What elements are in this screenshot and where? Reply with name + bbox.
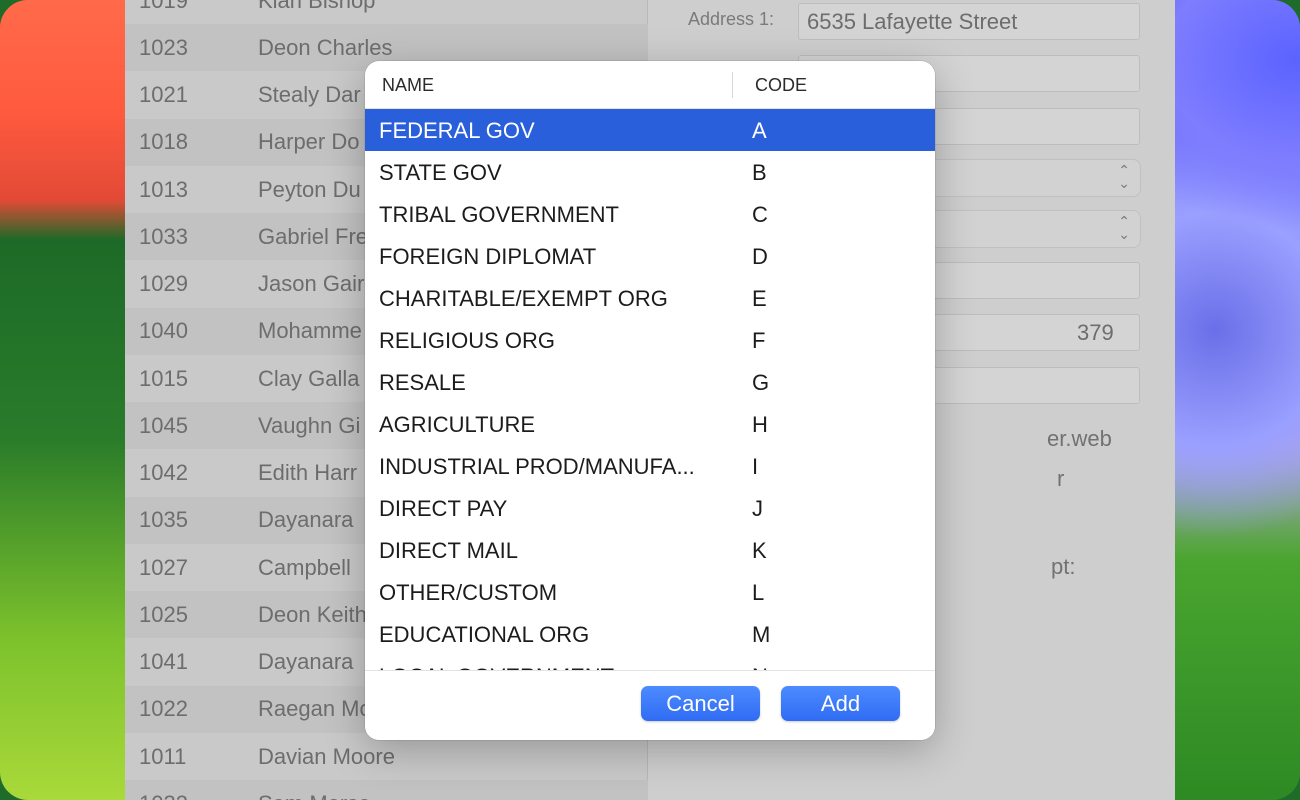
- exemption-name: CHARITABLE/EXEMPT ORG: [379, 286, 668, 311]
- customer-id: 1021: [139, 82, 188, 107]
- exemption-code: E: [752, 286, 767, 311]
- customer-id: 1032: [125, 791, 258, 800]
- customer-id: 1011: [139, 743, 187, 769]
- column-header-code[interactable]: CODE: [755, 75, 807, 96]
- customer-name: Mohamme: [258, 318, 362, 344]
- exemption-name: DIRECT PAY: [379, 496, 508, 521]
- customer-name: Edith Harr: [258, 460, 358, 485]
- customer-id: 1029: [139, 271, 188, 296]
- exemption-code: J: [752, 496, 763, 521]
- customer-id: 1040: [139, 318, 188, 344]
- exemption-code: K: [752, 538, 767, 563]
- chevron-up-down-icon: ⌃ ⌄: [1118, 213, 1130, 242]
- table-header: NAME CODE: [365, 61, 935, 109]
- customer-id: 1023: [139, 34, 188, 60]
- customer-name: Davian Moore: [258, 743, 395, 769]
- customer-id: 1022: [139, 696, 188, 722]
- dialog-footer: Cancel Add: [365, 670, 935, 740]
- exemption-name: AGRICULTURE: [379, 412, 536, 437]
- customer-name: Dayanara: [258, 649, 354, 674]
- cancel-button[interactable]: Cancel: [641, 686, 760, 721]
- exemption-name: RESALE: [379, 370, 466, 395]
- exemption-name: INDUSTRIAL PROD/MANUFA...: [379, 454, 695, 479]
- wallpaper-left: [0, 0, 125, 800]
- customer-name: Peyton Du: [258, 176, 361, 202]
- table-row[interactable]: RELIGIOUS ORG F: [365, 319, 935, 361]
- add-button[interactable]: Add: [781, 686, 900, 721]
- customer-name: Jason Gair: [258, 271, 365, 296]
- exemption-code: F: [752, 328, 766, 353]
- customer-id: 1018: [139, 129, 188, 155]
- exemption-code: H: [752, 412, 768, 437]
- exemption-code: M: [752, 622, 771, 647]
- customer-id: 1035: [139, 507, 188, 533]
- table-row[interactable]: FOREIGN DIPLOMAT D: [365, 235, 935, 277]
- table-row[interactable]: DIRECT PAY J: [365, 487, 935, 529]
- exemption-code: I: [752, 454, 759, 479]
- table-row[interactable]: CHARITABLE/EXEMPT ORG E: [365, 277, 935, 319]
- customer-name: Raegan Mc: [258, 696, 371, 722]
- exemption-name: EDUCATIONAL ORG: [379, 622, 590, 647]
- web-partial-text: er.web: [1047, 426, 1112, 451]
- exemption-code: D: [752, 244, 768, 269]
- table-row[interactable]: AGRICULTURE H: [365, 403, 935, 445]
- exemption-name: STATE GOV: [379, 160, 502, 185]
- table-row[interactable]: RESALE G: [365, 361, 935, 403]
- exemption-name: FOREIGN DIPLOMAT: [379, 244, 597, 269]
- phone-partial-text: 379: [1077, 320, 1114, 345]
- exemption-code-dialog: NAME CODE FEDERAL GOV A STATE GOV B TRIBAL G…: [365, 61, 935, 740]
- exemption-code: G: [752, 370, 770, 395]
- table-row[interactable]: INDUSTRIAL PROD/MANUFA... I: [365, 445, 935, 487]
- table-row[interactable]: DIRECT MAIL K: [365, 529, 935, 571]
- customer-id: 1041: [139, 649, 188, 674]
- customer-name: Stealy Dar: [258, 82, 361, 107]
- customer-name: Sam Morse: [258, 791, 370, 800]
- exemption-table[interactable]: FEDERAL GOV A STATE GOV B TRIBAL GOVERNMENT C…: [365, 109, 935, 670]
- customer-name: Campbell: [258, 554, 351, 580]
- customer-id: 1045: [139, 412, 188, 438]
- list-item[interactable]: 1019 Kian Bishop: [125, 0, 648, 24]
- exemption-name: DIRECT MAIL: [379, 538, 518, 563]
- list-item[interactable]: 1011 Davian Moore: [125, 733, 648, 780]
- exemption-code: B: [752, 160, 767, 185]
- customer-id: 1042: [139, 460, 188, 485]
- table-row[interactable]: STATE GOV B: [365, 151, 935, 193]
- table-row[interactable]: FEDERAL GOV A: [365, 109, 935, 151]
- exemption-name: FEDERAL GOV: [379, 118, 535, 143]
- exemption-code: C: [752, 202, 768, 227]
- customer-name: Dayanara: [258, 507, 354, 533]
- customer-id: 1033: [139, 223, 188, 249]
- partial-text-r: r: [1057, 466, 1065, 491]
- exemption-name: TRIBAL GOVERNMENT: [379, 202, 619, 227]
- chevron-up-down-icon: ⌃ ⌄: [1118, 162, 1130, 191]
- column-header-name[interactable]: NAME: [382, 75, 434, 96]
- list-item[interactable]: 1032Sam Morse: [125, 780, 648, 800]
- table-row[interactable]: OTHER/CUSTOM L: [365, 571, 935, 613]
- customer-name: Vaughn Gi: [258, 412, 361, 438]
- exemption-code: L: [752, 580, 765, 605]
- customer-name: Deon Charles: [258, 34, 393, 60]
- customer-name: Harper Do: [258, 129, 360, 155]
- table-row[interactable]: LOCAL GOVERNMENTN: [365, 655, 935, 670]
- table-row[interactable]: EDUCATIONAL ORG M: [365, 613, 935, 655]
- partial-text-pt: pt:: [1051, 554, 1076, 579]
- customer-name: Deon Keith: [258, 601, 367, 627]
- address1-label: Address 1:: [688, 9, 775, 29]
- customer-name: Clay Galla: [258, 365, 360, 391]
- exemption-code: A: [752, 118, 767, 143]
- customer-name: Gabriel Fre: [258, 223, 369, 249]
- customer-id: 1027: [139, 554, 188, 580]
- exemption-name: RELIGIOUS ORG: [379, 328, 556, 353]
- customer-id: 1025: [139, 601, 188, 627]
- exemption-name: OTHER/CUSTOM: [379, 580, 558, 605]
- customer-id: 1019: [139, 0, 188, 13]
- customer-id: 1013: [139, 176, 188, 202]
- customer-id: 1015: [139, 365, 188, 391]
- column-divider: [732, 72, 733, 98]
- address1-field[interactable]: 6535 Lafayette Street: [798, 3, 1140, 40]
- customer-name: Kian Bishop: [258, 0, 376, 13]
- wallpaper-right: [1175, 0, 1300, 800]
- table-row[interactable]: TRIBAL GOVERNMENT C: [365, 193, 935, 235]
